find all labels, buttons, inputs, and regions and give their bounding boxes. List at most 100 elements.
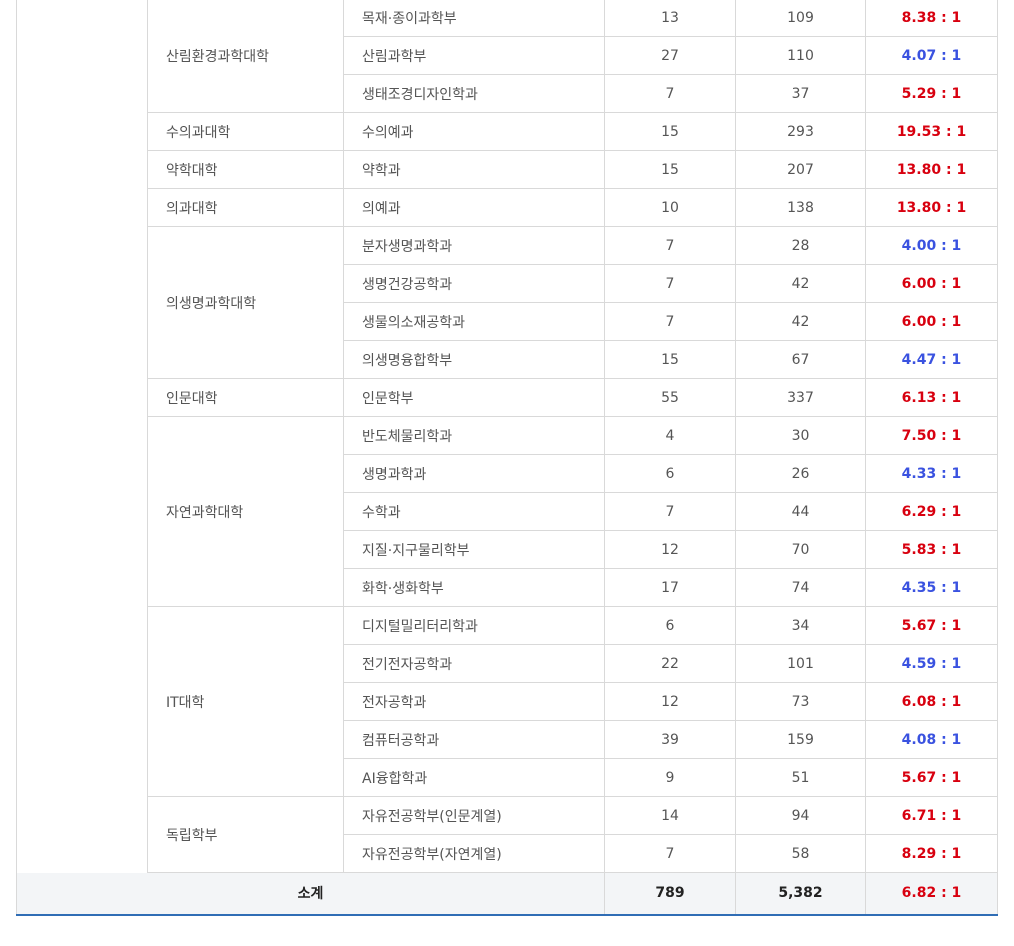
table-row: 산림환경과학대학 목재·종이과학부 13 109 8.38 : 1 — [16, 0, 998, 873]
quota-cell: 15 — [604, 340, 736, 379]
applicants-cell: 110 — [735, 36, 866, 75]
college-cell: 의생명과학대학 — [147, 226, 344, 379]
college-cell: 산림환경과학대학 — [147, 0, 344, 113]
applicants-cell: 42 — [735, 264, 866, 303]
total-row: 소계 789 5,382 6.82 : 1 — [16, 872, 998, 916]
department-cell: 지질·지구물리학부 — [343, 530, 605, 569]
department-cell: 생명과학과 — [343, 454, 605, 493]
applicants-cell: 138 — [735, 188, 866, 227]
college-cell: 자연과학대학 — [147, 416, 344, 607]
table-body: 산림환경과학대학 목재·종이과학부 13 109 8.38 : 1 산림과학부 27 110 4… — [16, 0, 998, 916]
department-cell: 의생명융합학부 — [343, 340, 605, 379]
quota-cell: 7 — [604, 226, 736, 265]
quota-cell: 12 — [604, 682, 736, 721]
ratio-cell: 8.29 : 1 — [865, 834, 998, 873]
ratio-cell: 4.07 : 1 — [865, 36, 998, 75]
table-row: IT대학 디지털밀리터리학과 6 34 5.67 : 1 — [17, 606, 998, 797]
quota-cell: 6 — [604, 454, 736, 493]
ratio-cell: 6.29 : 1 — [865, 492, 998, 531]
quota-cell: 12 — [604, 530, 736, 569]
ratio-cell: 6.00 : 1 — [865, 264, 998, 303]
quota-cell: 7 — [604, 302, 736, 341]
quota-cell: 55 — [604, 378, 736, 417]
table-row: 자연과학대학 반도체물리학과 4 30 7.50 : 1 — [17, 416, 998, 607]
ratio-cell: 4.47 : 1 — [865, 340, 998, 379]
table-row: 의과대학 의예과 10 138 13.80 : 1 — [17, 188, 998, 227]
ratio-cell: 7.50 : 1 — [865, 416, 998, 455]
ratio-cell: 6.71 : 1 — [865, 796, 998, 835]
ratio-cell: 6.08 : 1 — [865, 682, 998, 721]
ratio-cell: 4.59 : 1 — [865, 644, 998, 683]
quota-cell: 6 — [604, 606, 736, 645]
applicants-cell: 74 — [735, 568, 866, 607]
applicants-cell: 73 — [735, 682, 866, 721]
ratio-cell: 6.00 : 1 — [865, 302, 998, 341]
quota-cell: 13 — [604, 0, 736, 37]
department-cell: 컴퓨터공학과 — [343, 720, 605, 759]
quota-cell: 22 — [604, 644, 736, 683]
department-cell: 생물의소재공학과 — [343, 302, 605, 341]
table-row: 독립학부 자유전공학부(인문계열) 14 94 6.71 : 1 — [17, 796, 998, 873]
applicants-cell: 42 — [735, 302, 866, 341]
quota-cell: 14 — [604, 796, 736, 835]
college-cell: IT대학 — [147, 606, 344, 797]
applicants-cell: 101 — [735, 644, 866, 683]
applicants-cell: 109 — [735, 0, 866, 37]
quota-cell: 4 — [604, 416, 736, 455]
college-cell: 인문대학 — [147, 378, 344, 417]
ratio-cell: 5.67 : 1 — [865, 606, 998, 645]
department-cell: 분자생명과학과 — [343, 226, 605, 265]
department-cell: 약학과 — [343, 150, 605, 189]
applicants-cell: 34 — [735, 606, 866, 645]
department-cell: 수의예과 — [343, 112, 605, 151]
quota-cell: 27 — [604, 36, 736, 75]
applicants-cell: 67 — [735, 340, 866, 379]
department-cell: 전자공학과 — [343, 682, 605, 721]
applicants-cell: 337 — [735, 378, 866, 417]
quota-cell: 7 — [604, 834, 736, 873]
total-ratio: 6.82 : 1 — [865, 872, 998, 916]
ratio-cell: 4.00 : 1 — [865, 226, 998, 265]
department-cell: 자유전공학부(자연계열) — [343, 834, 605, 873]
department-cell: 반도체물리학과 — [343, 416, 605, 455]
applicants-cell: 37 — [735, 74, 866, 113]
department-cell: 화학·생화학부 — [343, 568, 605, 607]
quota-cell: 7 — [604, 492, 736, 531]
college-cell: 약학대학 — [147, 150, 344, 189]
department-cell: 자유전공학부(인문계열) — [343, 796, 605, 835]
total-applicants: 5,382 — [735, 872, 866, 916]
department-cell: 의예과 — [343, 188, 605, 227]
quota-cell: 7 — [604, 264, 736, 303]
department-cell: 생명건강공학과 — [343, 264, 605, 303]
department-cell: 디지털밀리터리학과 — [343, 606, 605, 645]
ratio-cell: 5.29 : 1 — [865, 74, 998, 113]
department-cell: AI융합학과 — [343, 758, 605, 797]
department-cell: 인문학부 — [343, 378, 605, 417]
ratio-cell: 6.13 : 1 — [865, 378, 998, 417]
applicants-cell: 30 — [735, 416, 866, 455]
ratio-cell: 13.80 : 1 — [865, 188, 998, 227]
table-row: 의생명과학대학 분자생명과학과 7 28 4.00 : 1 — [17, 226, 998, 379]
ratio-cell: 4.08 : 1 — [865, 720, 998, 759]
quota-cell: 10 — [604, 188, 736, 227]
competition-rate-table: 산림환경과학대학 목재·종이과학부 13 109 8.38 : 1 산림과학부 27 110 4… — [16, 0, 998, 916]
ratio-cell: 4.35 : 1 — [865, 568, 998, 607]
applicants-cell: 44 — [735, 492, 866, 531]
applicants-cell: 28 — [735, 226, 866, 265]
college-cell: 독립학부 — [147, 796, 344, 873]
applicants-cell: 293 — [735, 112, 866, 151]
category-cell — [16, 0, 148, 873]
quota-cell: 7 — [604, 74, 736, 113]
applicants-cell: 207 — [735, 150, 866, 189]
table-row: 인문대학 인문학부 55 337 6.13 : 1 — [17, 378, 998, 417]
ratio-cell: 13.80 : 1 — [865, 150, 998, 189]
table-row: 수의과대학 수의예과 15 293 19.53 : 1 — [17, 112, 998, 151]
applicants-cell: 94 — [735, 796, 866, 835]
college-cell: 수의과대학 — [147, 112, 344, 151]
ratio-cell: 4.33 : 1 — [865, 454, 998, 493]
department-cell: 수학과 — [343, 492, 605, 531]
applicants-cell: 51 — [735, 758, 866, 797]
quota-cell: 39 — [604, 720, 736, 759]
ratio-cell: 19.53 : 1 — [865, 112, 998, 151]
total-quota: 789 — [604, 872, 736, 916]
